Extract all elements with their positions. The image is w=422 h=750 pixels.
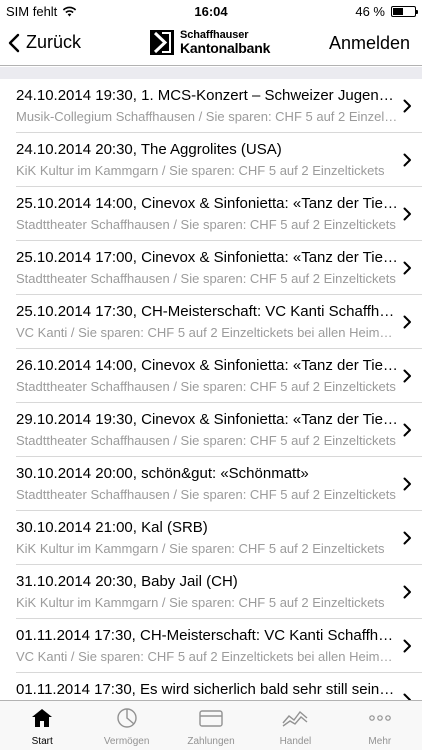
battery-percentage: 46 % [355, 4, 385, 19]
event-subtitle: Stadttheater Schaffhausen / Sie sparen: … [16, 379, 396, 394]
chevron-right-icon [403, 531, 411, 545]
pie-chart-icon [115, 707, 139, 734]
event-title: 25.10.2014 17:00, Cinevox & Sinfonietta:… [16, 249, 398, 266]
event-subtitle: KiK Kultur im Kammgarn / Sie sparen: CHF… [16, 541, 385, 556]
tab-label: Start [31, 736, 53, 747]
event-subtitle: Stadttheater Schaffhausen / Sie sparen: … [16, 433, 396, 448]
event-title: 01.11.2014 17:30, CH-Meisterschaft: VC K… [16, 627, 398, 644]
event-subtitle: Stadttheater Schaffhausen / Sie sparen: … [16, 271, 396, 286]
event-row[interactable]: 01.11.2014 17:30, CH-Meisterschaft: VC K… [16, 619, 422, 673]
navigation-bar: Zurück Schaffhauser Kantonalbank Anmelde… [0, 22, 422, 66]
back-button[interactable]: Zurück [8, 32, 81, 53]
tab-start[interactable]: Start [0, 701, 84, 750]
event-title: 25.10.2014 17:30, CH-Meisterschaft: VC K… [16, 303, 398, 320]
event-subtitle: Stadttheater Schaffhausen / Sie sparen: … [16, 487, 396, 502]
tab-label: Zahlungen [187, 736, 235, 747]
home-icon [30, 707, 54, 734]
event-title: 30.10.2014 21:00, Kal (SRB) [16, 519, 208, 536]
event-row[interactable]: 24.10.2014 20:30, The Aggrolites (USA) K… [16, 133, 422, 187]
event-subtitle: KiK Kultur im Kammgarn / Sie sparen: CHF… [16, 163, 385, 178]
event-row[interactable]: 25.10.2014 17:30, CH-Meisterschaft: VC K… [16, 295, 422, 349]
credit-card-icon [198, 707, 224, 734]
event-title: 31.10.2014 20:30, Baby Jail (CH) [16, 573, 238, 590]
event-row[interactable]: 26.10.2014 14:00, Cinevox & Sinfonietta:… [16, 349, 422, 403]
logo-line-2: Kantonalbank [180, 40, 271, 56]
event-row[interactable]: 25.10.2014 14:00, Cinevox & Sinfonietta:… [16, 187, 422, 241]
chevron-right-icon [403, 99, 411, 113]
event-row[interactable]: 31.10.2014 20:30, Baby Jail (CH) KiK Kul… [16, 565, 422, 619]
event-subtitle: VC Kanti / Sie sparen: CHF 5 auf 2 Einze… [16, 325, 398, 340]
event-row[interactable]: 24.10.2014 19:30, 1. MCS-Konzert – Schwe… [16, 79, 422, 133]
more-icon [367, 707, 393, 734]
login-button[interactable]: Anmelden [329, 33, 410, 54]
chevron-right-icon [403, 423, 411, 437]
trading-chart-icon [281, 707, 309, 734]
back-label: Zurück [26, 32, 82, 52]
tab-bar: Start Vermögen Zahlungen Handel Mehr [0, 700, 422, 750]
bank-logo: Schaffhauser Kantonalbank [150, 29, 270, 55]
event-title: 25.10.2014 14:00, Cinevox & Sinfonietta:… [16, 195, 398, 212]
section-divider [0, 67, 422, 79]
chevron-right-icon [403, 693, 411, 700]
chevron-right-icon [403, 261, 411, 275]
event-list[interactable]: 24.10.2014 19:30, 1. MCS-Konzert – Schwe… [0, 79, 422, 700]
event-subtitle: KiK Kultur im Kammgarn / Sie sparen: CHF… [16, 595, 385, 610]
event-row[interactable]: 30.10.2014 20:00, schön&gut: «Schönmatt»… [16, 457, 422, 511]
tab-verm-gen[interactable]: Vermögen [84, 701, 168, 750]
event-title: 24.10.2014 20:30, The Aggrolites (USA) [16, 141, 282, 158]
chevron-left-icon [8, 33, 20, 52]
event-title: 26.10.2014 14:00, Cinevox & Sinfonietta:… [16, 357, 398, 374]
event-subtitle: Stadttheater Schaffhausen / Sie sparen: … [16, 217, 396, 232]
chevron-right-icon [403, 207, 411, 221]
tab-label: Vermögen [103, 736, 150, 747]
chevron-right-icon [403, 153, 411, 167]
event-row[interactable]: 25.10.2014 17:00, Cinevox & Sinfonietta:… [16, 241, 422, 295]
bank-logo-mark-icon [150, 29, 174, 55]
event-title: 24.10.2014 19:30, 1. MCS-Konzert – Schwe… [16, 87, 398, 104]
event-row[interactable]: 29.10.2014 19:30, Cinevox & Sinfonietta:… [16, 403, 422, 457]
tab-zahlungen[interactable]: Zahlungen [169, 701, 253, 750]
event-title: 30.10.2014 20:00, schön&gut: «Schönmatt» [16, 465, 309, 482]
chevron-right-icon [403, 477, 411, 491]
battery-icon [391, 6, 418, 17]
tab-label: Handel [279, 736, 312, 747]
tab-handel[interactable]: Handel [253, 701, 337, 750]
chevron-right-icon [403, 639, 411, 653]
chevron-right-icon [403, 585, 411, 599]
chevron-right-icon [403, 369, 411, 383]
battery-level [393, 8, 403, 15]
tab-mehr[interactable]: Mehr [338, 701, 422, 750]
event-row[interactable]: 01.11.2014 17:30, Es wird sicherlich bal… [16, 673, 422, 700]
event-row[interactable]: 30.10.2014 21:00, Kal (SRB) KiK Kultur i… [16, 511, 422, 565]
event-subtitle: VC Kanti / Sie sparen: CHF 5 auf 2 Einze… [16, 649, 398, 664]
event-title: 01.11.2014 17:30, Es wird sicherlich bal… [16, 681, 398, 698]
tab-label: Mehr [368, 736, 392, 747]
chevron-right-icon [403, 315, 411, 329]
status-right: 46 % [355, 4, 418, 19]
status-bar: SIM fehlt 16:04 46 % [0, 0, 422, 22]
bank-logo-text: Schaffhauser Kantonalbank [180, 29, 270, 55]
event-subtitle: Musik-Collegium Schaffhausen / Sie spare… [16, 109, 398, 124]
event-title: 29.10.2014 19:30, Cinevox & Sinfonietta:… [16, 411, 398, 428]
